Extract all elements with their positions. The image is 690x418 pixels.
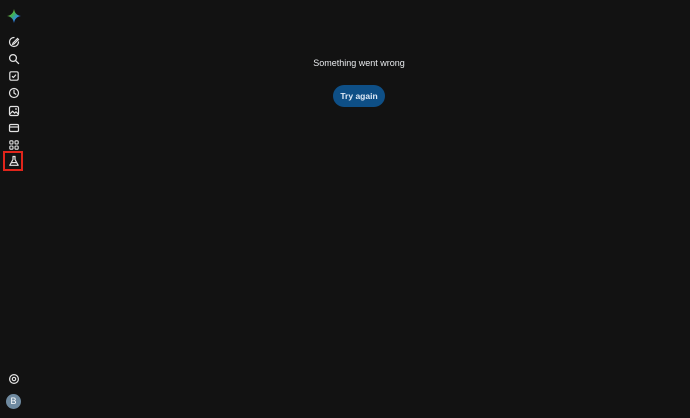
settings-gear-icon[interactable] <box>6 371 22 387</box>
labs-flask-icon[interactable] <box>6 153 22 169</box>
sidebar-rail: B <box>0 0 28 418</box>
avatar[interactable]: B <box>6 394 21 409</box>
image-gallery-icon[interactable] <box>6 103 22 119</box>
try-again-button[interactable]: Try again <box>333 85 385 107</box>
edit-icon[interactable] <box>6 34 22 50</box>
error-message: Something went wrong <box>313 58 405 68</box>
error-panel: Something went wrong Try again <box>28 0 690 418</box>
gemini-sparkle-icon[interactable] <box>6 8 22 24</box>
search-icon[interactable] <box>6 51 22 67</box>
history-clock-icon[interactable] <box>6 85 22 101</box>
app-window: B Something went wrong Try again <box>0 0 690 418</box>
video-icon[interactable] <box>6 120 22 136</box>
task-checkbox-icon[interactable] <box>6 68 22 84</box>
